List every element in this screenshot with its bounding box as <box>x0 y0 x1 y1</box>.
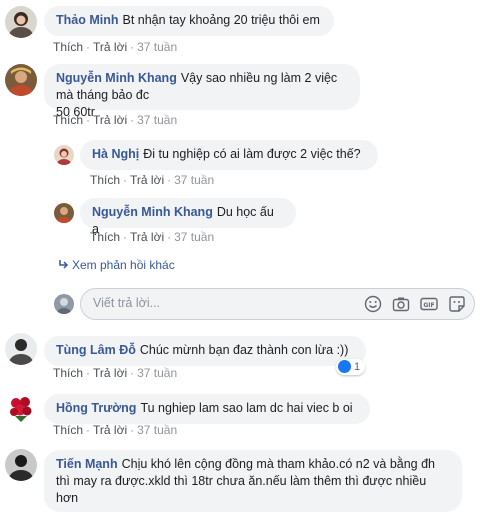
separator: · <box>167 173 172 187</box>
reply-bubble: Nguyễn Minh Khang Du học ấu ạ <box>80 198 296 236</box>
comment-bubble: Tiến Mạnh Chịu khó lên cộng đồng mà tham … <box>44 450 462 512</box>
comment-actions: Thích · Trả lời · 37 tuần <box>90 230 214 244</box>
more-replies-label: Xem phản hồi khác <box>72 258 175 272</box>
comment-text: thì may ra được.xkld thì 18tr chưa ăn.nế… <box>56 474 427 488</box>
comment-actions: Thích · Trả lời · 37 tuần <box>53 423 177 437</box>
comment-bubble: Nguyễn Minh Khang Vậy sao nhiều ng làm 2 … <box>44 64 360 119</box>
reaction-number: 1 <box>354 361 361 373</box>
smiley-icon[interactable] <box>364 295 382 313</box>
comment-actions: Thích · Trả lời · 37 tuần <box>53 366 177 380</box>
separator: · <box>86 366 91 380</box>
separator: · <box>130 423 135 437</box>
more-replies-link[interactable]: Xem phản hồi khác <box>58 258 175 272</box>
like-link[interactable]: Thích <box>53 113 83 127</box>
avatar[interactable] <box>5 6 37 38</box>
separator: · <box>123 173 128 187</box>
avatar[interactable] <box>54 203 74 223</box>
author-name[interactable]: Thảo Minh <box>56 13 119 27</box>
like-link[interactable]: Thích <box>90 230 120 244</box>
reply-link[interactable]: Trả lời <box>130 173 164 187</box>
author-name[interactable]: Hồng Trường <box>56 401 136 415</box>
timestamp[interactable]: 37 tuần <box>174 230 214 244</box>
like-link[interactable]: Thích <box>53 40 83 54</box>
reply-placeholder: Viết trả lời... <box>93 296 161 310</box>
like-link[interactable]: Thích <box>90 173 120 187</box>
current-user-avatar <box>54 294 74 314</box>
comment-text: Chịu khó lên cộng đồng mà tham khảo.có n… <box>121 457 436 471</box>
avatar[interactable] <box>5 391 37 423</box>
separator: · <box>123 230 128 244</box>
comment-actions: Thích · Trả lời · 37 tuần <box>53 40 177 54</box>
author-name[interactable]: Hà Nghị <box>92 147 139 161</box>
author-name[interactable]: Tiến Mạnh <box>56 457 118 471</box>
comment-text: Bt nhận tay khoảng 20 triệu thôi em <box>122 13 320 27</box>
reaction-count[interactable]: 1 <box>336 359 366 375</box>
reply-link[interactable]: Trả lời <box>130 230 164 244</box>
reply-link[interactable]: Trả lời <box>93 366 127 380</box>
like-link[interactable]: Thích <box>53 366 83 380</box>
camera-icon[interactable] <box>392 295 410 313</box>
author-name[interactable]: Nguyễn Minh Khang <box>92 205 213 219</box>
comment-bubble: Thảo Minh Bt nhận tay khoảng 20 triệu thô… <box>44 6 334 36</box>
reply-link[interactable]: Trả lời <box>93 113 127 127</box>
reply-link[interactable]: Trả lời <box>93 40 127 54</box>
separator: · <box>130 366 135 380</box>
separator: · <box>167 230 172 244</box>
avatar[interactable] <box>5 333 37 365</box>
reply-arrow-icon <box>58 258 72 272</box>
timestamp[interactable]: 37 tuần <box>137 40 177 54</box>
avatar[interactable] <box>54 145 74 165</box>
author-name[interactable]: Nguyễn Minh Khang <box>56 71 177 85</box>
svg-text:GIF: GIF <box>423 302 434 309</box>
separator: · <box>86 423 91 437</box>
separator: · <box>86 40 91 54</box>
comment-bubble: Tùng Lâm Đỗ Chúc mừnh bạn đaz thành con l… <box>44 336 366 366</box>
separator: · <box>130 113 135 127</box>
reply-bubble: Hà Nghị Đi tu nghiệp có ai làm được 2 việ… <box>80 140 378 170</box>
comment-text: hơn <box>56 491 79 505</box>
timestamp[interactable]: 37 tuần <box>137 423 177 437</box>
comment-actions: Thích · Trả lời · 37 tuần <box>90 173 214 187</box>
sticker-icon[interactable] <box>448 295 466 313</box>
comment-text: Tu nghiep lam sao lam dc hai viec b oi <box>140 401 353 415</box>
separator: · <box>130 40 135 54</box>
reply-input[interactable]: Viết trả lời... GIF <box>80 288 475 320</box>
author-name[interactable]: Tùng Lâm Đỗ <box>56 343 136 357</box>
reply-link[interactable]: Trả lời <box>93 423 127 437</box>
avatar[interactable] <box>5 64 37 96</box>
separator: · <box>86 113 91 127</box>
timestamp[interactable]: 37 tuần <box>174 173 214 187</box>
comment-bubble: Hồng Trường Tu nghiep lam sao lam dc hai … <box>44 394 370 424</box>
like-icon <box>338 359 351 373</box>
timestamp[interactable]: 37 tuần <box>137 113 177 127</box>
timestamp[interactable]: 37 tuần <box>137 366 177 380</box>
avatar[interactable] <box>5 449 37 481</box>
comment-text: Chúc mừnh bạn đaz thành con lừa :)) <box>139 343 349 357</box>
like-link[interactable]: Thích <box>53 423 83 437</box>
comment-text: Đi tu nghiệp có ai làm được 2 việc thế? <box>143 147 361 161</box>
comment-actions: Thích · Trả lời · 37 tuần <box>53 113 177 127</box>
gif-icon[interactable]: GIF <box>420 295 438 313</box>
